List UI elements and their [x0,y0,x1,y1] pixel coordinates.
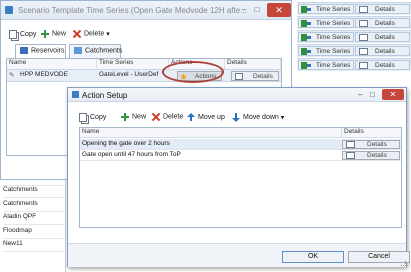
column-header-details[interactable]: Details [225,59,281,69]
time-series-icon [301,20,311,27]
action-name: Gate open until 47 hours from ToP [82,151,181,158]
table-row[interactable]: Opening the gate over 2 hours Details [80,139,401,150]
details-button[interactable]: Details [342,140,400,149]
window-title: Scenario Template Time Series (Open Gate… [18,6,247,15]
arrow-down-icon [232,113,240,122]
column-header-time-series[interactable]: Time Series [97,59,169,69]
column-header-name[interactable]: Name [7,59,97,69]
list-item[interactable]: Aladin QPF [3,213,65,225]
details-button[interactable]: Details [355,18,410,28]
list-item[interactable]: Floodmap [3,227,65,239]
chevron-down-icon[interactable]: ▾ [106,31,110,38]
time-series-value: GateLevel - UserDef [99,71,159,78]
details-icon [346,141,355,148]
details-button[interactable]: Details [355,46,410,56]
reservoir-name: HPP MEDVODE [20,71,68,78]
maximize-button[interactable]: □ [252,5,262,15]
dialog-title-bar[interactable]: Action Setup – □ ✕ [68,88,406,102]
list-row: Time Series Details [297,2,411,15]
list-item[interactable]: Catchments [3,186,65,198]
copy-button[interactable]: Copy [79,113,106,125]
app-icon [72,91,79,98]
new-button[interactable]: New [41,30,66,42]
new-button[interactable]: New [121,113,146,125]
time-series-icon [301,6,311,13]
minimize-button[interactable]: – [358,90,362,99]
column-header-details[interactable]: Details [342,128,401,138]
time-series-button[interactable]: Time Series [298,4,354,14]
action-name: Opening the gate over 2 hours [82,140,170,147]
details-button[interactable]: Details [355,60,410,70]
chevron-down-icon[interactable]: ▾ [281,115,285,122]
close-button[interactable]: ✕ [267,3,291,17]
time-series-icon [301,48,311,55]
delete-button[interactable]: Delete ▾ [73,30,110,42]
resize-grip[interactable] [401,261,406,266]
move-up-button[interactable]: Move up [187,113,225,125]
list-row: Time Series Details [297,58,411,71]
list-row: Time Series Details [297,30,411,43]
dialog-footer: OK Cancel [68,243,410,267]
details-icon [359,20,368,27]
copy-icon [9,30,17,39]
details-button[interactable]: Details [342,151,400,160]
catchment-icon [74,47,82,54]
time-series-icon [301,34,311,41]
delete-icon [152,113,160,121]
minimize-button[interactable]: – [239,5,249,15]
time-series-button[interactable]: Time Series [298,18,354,28]
dialog-title: Action Setup [82,91,128,100]
delete-button[interactable]: Delete [152,113,183,125]
list-row: Time Series Details [297,44,411,57]
time-series-button[interactable]: Time Series [298,32,354,42]
move-down-button[interactable]: Move down ▾ [232,113,284,125]
tab-reservoirs[interactable]: Reservoirs [15,44,66,59]
highlight-oval [162,61,224,83]
tab-catchments[interactable]: Catchments [69,44,122,58]
close-button[interactable]: ✕ [382,89,404,100]
plus-icon [121,113,129,121]
plus-icon [41,30,49,38]
details-icon [235,73,243,80]
ok-button[interactable]: OK [282,251,344,263]
column-header-name[interactable]: Name [80,128,342,138]
list-item[interactable]: New11 [3,240,65,252]
details-button[interactable]: Details [355,32,410,42]
time-series-button[interactable]: Time Series [298,60,354,70]
action-setup-dialog: Action Setup – □ ✕ Copy New Delete Move … [67,87,410,267]
details-icon [346,152,355,159]
details-button[interactable]: Details [355,4,410,14]
arrow-up-icon [187,113,195,122]
row-edit-icon: ✎ [9,72,15,79]
list-item[interactable]: Catchments [3,200,65,212]
details-icon [359,34,368,41]
details-button[interactable]: Details [231,71,279,81]
table-row[interactable]: ✎ HPP MEDVODE GateLevel - UserDef Action… [7,69,281,82]
table-row[interactable]: Gate open until 47 hours from ToP Detail… [80,150,401,161]
maximize-button[interactable]: □ [370,90,375,99]
window-title-bar[interactable]: Scenario Template Time Series (Open Gate… [1,1,291,20]
copy-icon [79,113,87,122]
copy-button[interactable]: Copy [9,30,36,42]
reservoir-icon [20,47,28,54]
actions-table: Name Details Opening the gate over 2 hou… [79,127,402,228]
details-icon [359,48,368,55]
list-row: Time Series Details [297,16,411,29]
details-icon [359,62,368,69]
delete-icon [73,30,81,38]
background-scenario-list: Reservoirs Catchments Catchments Aladin … [0,172,66,272]
time-series-button[interactable]: Time Series [298,46,354,56]
details-icon [359,6,368,13]
app-icon [5,6,13,14]
time-series-icon [301,62,311,69]
